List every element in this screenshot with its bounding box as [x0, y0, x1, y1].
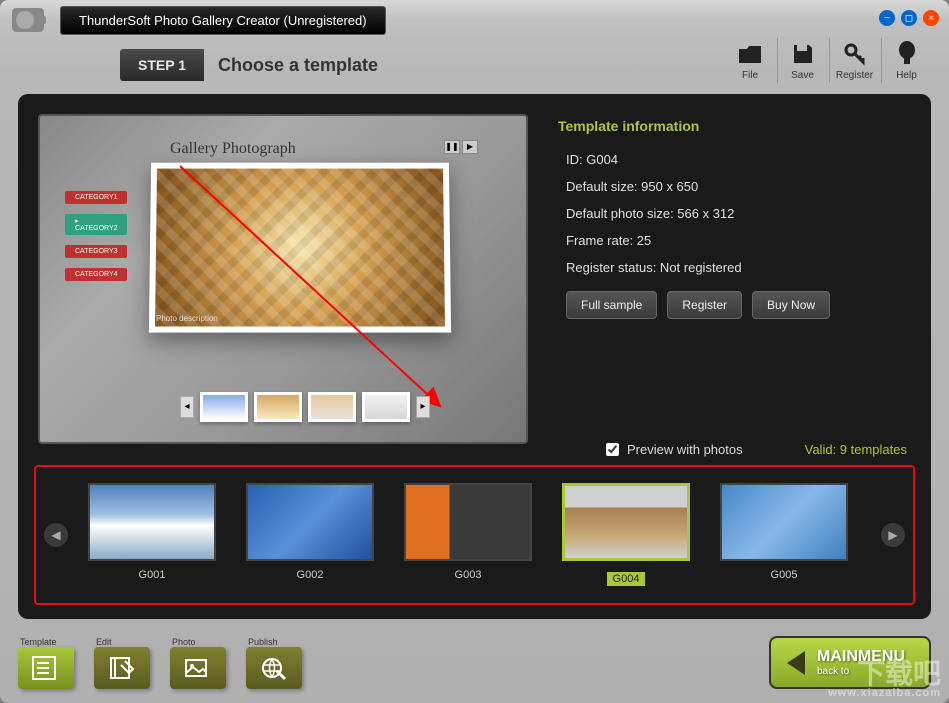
titlebar: ThunderSoft Photo Gallery Creator (Unreg… [0, 0, 949, 40]
bulb-icon [893, 40, 921, 68]
tab-photo[interactable]: Photo [170, 637, 230, 689]
help-button[interactable]: Help [881, 38, 931, 83]
main-menu-label: MAINMENU [817, 648, 905, 665]
preview-checkbox-row[interactable]: Preview with photos [606, 442, 743, 457]
info-title: Template information [558, 118, 911, 134]
template-thumb-G005[interactable] [720, 483, 848, 561]
category-tags: CATEGORY1 ▸ CATEGORY2 CATEGORY3 CATEGORY4 [65, 191, 127, 281]
thumb-next[interactable]: ▸ [416, 396, 430, 418]
template-icon [18, 647, 74, 689]
preview-checkbox-label: Preview with photos [627, 442, 743, 457]
file-icon [736, 40, 764, 68]
info-register-button[interactable]: Register [667, 291, 742, 319]
info-size: Default size: 950 x 650 [566, 179, 911, 194]
app-logo-icon [12, 8, 44, 32]
strip-items: G001G002G003G004G005G006 [88, 483, 861, 587]
template-preview: Gallery Photograph ❚❚ ▶ CATEGORY1 ▸ CATEG… [38, 114, 528, 444]
strip-next[interactable]: ▶ [881, 523, 905, 547]
thumb-3[interactable] [308, 392, 356, 422]
photo-description: Photo description [156, 314, 218, 323]
template-G004[interactable]: G004 [562, 483, 690, 587]
step-title: Choose a template [218, 55, 378, 76]
template-name: G001 [88, 569, 216, 581]
save-button[interactable]: Save [777, 38, 827, 83]
pause-icon[interactable]: ❚❚ [444, 140, 460, 154]
template-name: G002 [246, 569, 374, 581]
full-sample-button[interactable]: Full sample [566, 291, 657, 319]
thumb-4[interactable] [362, 392, 410, 422]
tab-publish[interactable]: Publish [246, 637, 306, 689]
category-tag-2[interactable]: ▸ CATEGORY2 [65, 214, 127, 235]
main-menu-sub: back to [817, 666, 905, 677]
back-arrow-icon [787, 651, 805, 675]
template-thumb-G002[interactable] [246, 483, 374, 561]
info-id: ID: G004 [566, 152, 911, 167]
template-G002[interactable]: G002 [246, 483, 374, 587]
template-G001[interactable]: G001 [88, 483, 216, 587]
category-tag-4[interactable]: CATEGORY4 [65, 268, 127, 281]
thumb-1[interactable] [200, 392, 248, 422]
strip-prev[interactable]: ◀ [44, 523, 68, 547]
maximize-button[interactable]: ◻ [901, 10, 917, 26]
file-button[interactable]: File [725, 38, 775, 83]
template-G003[interactable]: G003 [404, 483, 532, 587]
info-framerate: Frame rate: 25 [566, 233, 911, 248]
app-title: ThunderSoft Photo Gallery Creator (Unreg… [60, 6, 386, 35]
player-controls: ❚❚ ▶ [444, 140, 478, 154]
main-panel: Gallery Photograph ❚❚ ▶ CATEGORY1 ▸ CATEG… [18, 94, 931, 619]
category-tag-1[interactable]: CATEGORY1 [65, 191, 127, 204]
template-name: G005 [720, 569, 848, 581]
key-icon [841, 40, 869, 68]
template-G005[interactable]: G005 [720, 483, 848, 587]
template-thumb-G001[interactable] [88, 483, 216, 561]
preview-photos-checkbox[interactable] [606, 443, 619, 456]
photo-icon [170, 647, 226, 689]
bottom-bar: Template Edit Photo Publish [18, 629, 931, 689]
template-name: G004 [607, 572, 646, 586]
minimize-button[interactable]: − [879, 10, 895, 26]
template-thumb-G003[interactable] [404, 483, 532, 561]
preview-area: Gallery Photograph ❚❚ ▶ CATEGORY1 ▸ CATEG… [38, 114, 911, 454]
preview-thumbs: ◂ ▸ [180, 392, 430, 422]
info-register-status: Register status: Not registered [566, 260, 911, 275]
template-name: G003 [404, 569, 532, 581]
tab-template[interactable]: Template [18, 637, 78, 689]
valid-count: Valid: 9 templates [805, 442, 907, 457]
close-button[interactable]: × [923, 10, 939, 26]
template-info: Template information ID: G004 Default si… [558, 114, 911, 454]
tab-edit[interactable]: Edit [94, 637, 154, 689]
register-button[interactable]: Register [829, 38, 879, 83]
main-menu-button[interactable]: MAINMENU back to [769, 636, 931, 689]
buy-now-button[interactable]: Buy Now [752, 291, 830, 319]
category-tag-3[interactable]: CATEGORY3 [65, 245, 127, 258]
template-strip: ◀ G001G002G003G004G005G006 ▶ [34, 465, 915, 605]
gallery-title: Gallery Photograph [170, 140, 296, 158]
main-photo [149, 163, 451, 333]
app-window: ThunderSoft Photo Gallery Creator (Unreg… [0, 0, 949, 703]
step-tabs: Template Edit Photo Publish [18, 637, 306, 689]
edit-icon [94, 647, 150, 689]
thumb-2[interactable] [254, 392, 302, 422]
publish-icon [246, 647, 302, 689]
window-controls: − ◻ × [879, 10, 939, 26]
thumb-prev[interactable]: ◂ [180, 396, 194, 418]
step-number: STEP 1 [120, 49, 204, 81]
info-photo-size: Default photo size: 566 x 312 [566, 206, 911, 221]
top-toolbar: File Save Register Help [725, 38, 931, 83]
play-icon[interactable]: ▶ [462, 140, 478, 154]
info-buttons: Full sample Register Buy Now [566, 291, 911, 319]
save-icon [789, 40, 817, 68]
template-thumb-G004[interactable] [562, 483, 690, 561]
